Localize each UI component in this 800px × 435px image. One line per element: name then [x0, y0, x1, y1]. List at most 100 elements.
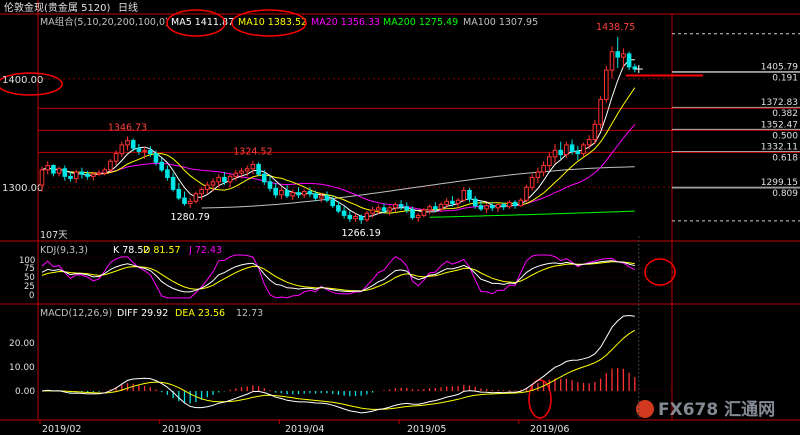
candle-body	[370, 209, 375, 214]
candle-body	[541, 165, 546, 173]
date-label-mar: 2019/03	[162, 424, 201, 435]
candle-body	[159, 161, 164, 171]
candlestick-chart[interactable]: 伦敦金现(贵金属 5120) 日线 MA组合(5,10,20,200,100,0…	[0, 0, 800, 435]
candle-body	[455, 199, 461, 204]
candle-body	[108, 160, 113, 171]
candle-body	[575, 150, 581, 155]
candle-body	[393, 204, 398, 209]
chart-window: 伦敦金现(贵金属 5120) 日线 MA组合(5,10,20,200,100,0…	[0, 0, 800, 435]
fib-price-label: 1332.11	[761, 142, 798, 152]
candle-body	[193, 193, 199, 202]
candle-body	[222, 176, 227, 183]
candle-body	[324, 195, 330, 201]
ma-legend-ma100: MA100 1307.95	[463, 17, 538, 28]
watermark-text: FX678 汇通网	[658, 400, 775, 420]
candle-body	[136, 147, 142, 152]
fib-ratio-label: 0.809	[772, 189, 798, 199]
ma-legend-combo: MA组合(5,10,20,200,100,0)	[40, 16, 169, 28]
candle-body	[319, 195, 324, 199]
candle-body	[535, 171, 541, 178]
date-label-apr: 2019/04	[285, 424, 324, 435]
fib-ratio-label: 0.191	[772, 74, 798, 84]
candle-body	[39, 169, 45, 186]
candle-body	[381, 207, 387, 212]
fib-ratio-label: 0.618	[772, 153, 798, 163]
candle-body	[267, 181, 273, 189]
candle-body	[364, 212, 370, 221]
candle-body	[68, 175, 73, 180]
candle-body	[250, 163, 256, 170]
candle-body	[148, 149, 153, 155]
price-axis-label-1400: 1400.00	[2, 75, 43, 86]
candle-body	[467, 189, 472, 200]
candle-body	[153, 153, 159, 163]
candle-body	[507, 201, 512, 208]
candle-body	[290, 192, 296, 197]
candle-body	[284, 189, 290, 197]
candle-body	[552, 149, 558, 158]
candle-body	[79, 171, 85, 175]
candle-body	[182, 197, 187, 204]
candle-body	[341, 210, 347, 216]
candle-body	[165, 169, 170, 178]
candle-body	[410, 209, 415, 219]
days-count-label: 107天	[40, 230, 68, 241]
candle-body	[125, 140, 130, 146]
kdj-legend-title: KDJ(9,3,3)	[40, 245, 88, 256]
candle-body	[444, 200, 449, 206]
candle-body	[96, 172, 102, 175]
macd-legend-dea: DEA 23.56	[175, 308, 225, 319]
candle-body	[210, 181, 216, 186]
kdj-axis-0: 0	[29, 291, 34, 301]
date-label-jun: 2019/06	[530, 424, 569, 435]
candle-body	[256, 163, 261, 175]
candle-body	[187, 200, 193, 204]
kdj-legend-j: J 72.43	[188, 245, 222, 256]
fib-price-label: 1405.79	[761, 63, 798, 73]
candle-body	[495, 204, 501, 209]
candle-body	[113, 153, 119, 162]
candle-body	[279, 189, 284, 196]
candle-body	[529, 176, 535, 188]
price-annotation: 1324.52	[233, 147, 272, 158]
chart-period[interactable]: 日线	[118, 1, 138, 14]
candle-body	[438, 204, 444, 210]
macd-legend-title: MACD(12,26,9)	[40, 308, 112, 319]
candle-body	[592, 123, 598, 141]
candle-body	[615, 51, 621, 58]
candle-body	[119, 144, 125, 155]
candle-body	[387, 207, 392, 212]
candle-body	[301, 191, 307, 196]
candle-body	[51, 165, 56, 174]
candle-body	[45, 165, 51, 171]
candle-body	[604, 69, 609, 100]
candle-body	[484, 205, 489, 210]
candle-body	[170, 176, 176, 190]
candle-body	[598, 98, 603, 125]
fib-price-label: 1372.83	[761, 98, 798, 108]
candle-body	[85, 173, 90, 177]
candle-body	[130, 140, 136, 149]
candle-body	[307, 191, 313, 195]
candle-body	[296, 192, 301, 196]
candle-body	[569, 144, 575, 152]
candle-body	[421, 209, 427, 216]
candle-body	[415, 214, 421, 219]
candle-body	[62, 168, 68, 177]
candle-body	[501, 204, 506, 208]
candle-body	[376, 207, 381, 211]
candle-body	[358, 215, 364, 221]
chart-title: 伦敦金现(贵金属 5120)	[4, 1, 111, 14]
candle-body	[205, 184, 210, 190]
candle-body	[609, 51, 615, 71]
fib-price-label: 1299.15	[761, 178, 798, 188]
ma-legend-ma10: MA10 1383.52	[238, 17, 307, 28]
candle-body	[239, 170, 244, 174]
price-annotation: 1280.79	[171, 212, 210, 223]
ma-legend-ma200: MA200 1275.49	[383, 17, 458, 28]
candle-body	[91, 173, 96, 177]
fib-price-label: 1352.47	[761, 120, 798, 130]
candle-body	[433, 206, 438, 210]
candle-body	[56, 168, 62, 174]
candle-body	[558, 149, 564, 156]
